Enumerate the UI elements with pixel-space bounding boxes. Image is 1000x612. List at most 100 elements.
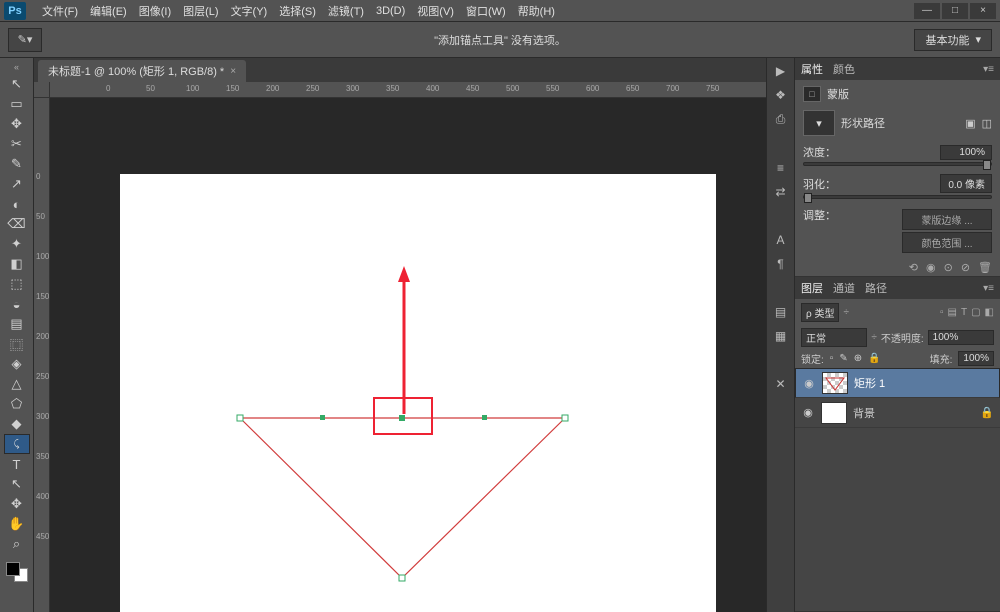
layer-row[interactable]: ◉ 矩形 1: [795, 368, 1000, 398]
tab-color[interactable]: 颜色: [833, 61, 855, 77]
menu-file[interactable]: 文件(F): [36, 3, 84, 19]
lock-icon[interactable]: ✎: [839, 353, 847, 364]
layer-name[interactable]: 背景: [853, 405, 875, 421]
tool-3[interactable]: ✂: [4, 134, 30, 154]
blend-mode-select[interactable]: 正常: [801, 328, 867, 347]
tool-22[interactable]: ✋: [4, 514, 30, 534]
toolbox-toggle[interactable]: «: [11, 62, 23, 72]
tool-5[interactable]: ↗: [4, 174, 30, 194]
menu-filter[interactable]: 滤镜(T): [322, 3, 370, 19]
lock-icon[interactable]: 🔒: [868, 353, 880, 364]
lock-icon[interactable]: ⊕: [854, 353, 862, 364]
dock-icon[interactable]: ✕: [775, 377, 785, 391]
canvas[interactable]: [120, 174, 716, 612]
footer-icon[interactable]: 🗑: [978, 261, 992, 274]
menu-3d[interactable]: 3D(D): [370, 5, 411, 17]
document-tab[interactable]: 未标题-1 @ 100% (矩形 1, RGB/8) * ×: [38, 60, 246, 82]
menu-view[interactable]: 视图(V): [411, 3, 460, 19]
tool-15[interactable]: △: [4, 374, 30, 394]
tool-0[interactable]: ↖: [4, 74, 30, 94]
tool-12[interactable]: ▤: [4, 314, 30, 334]
visibility-icon[interactable]: ◉: [801, 406, 815, 419]
menu-image[interactable]: 图像(I): [133, 3, 177, 19]
feather-slider[interactable]: [803, 195, 992, 199]
tool-14[interactable]: ◈: [4, 354, 30, 374]
dock-icon[interactable]: ▤: [775, 305, 786, 319]
vector-mask-icon[interactable]: ◫: [982, 117, 992, 130]
menu-edit[interactable]: 编辑(E): [84, 3, 133, 19]
tool-11[interactable]: ◒: [4, 294, 30, 314]
canvas-viewport[interactable]: [50, 98, 766, 612]
opacity-value[interactable]: 100%: [928, 330, 994, 345]
workspace-switcher[interactable]: 基本功能▾: [914, 29, 992, 51]
density-slider[interactable]: [803, 162, 992, 166]
dock-icon[interactable]: ⇄: [775, 185, 785, 199]
foreground-swatch[interactable]: [6, 562, 20, 576]
filter-icon[interactable]: ▢: [971, 307, 980, 318]
menu-type[interactable]: 文字(Y): [225, 3, 274, 19]
menu-help[interactable]: 帮助(H): [512, 3, 561, 19]
panel-menu-icon[interactable]: ▾≡: [983, 64, 994, 75]
dock-icon[interactable]: ⎙: [776, 112, 786, 127]
tool-17[interactable]: ◆: [4, 414, 30, 434]
footer-icon[interactable]: ⊘: [961, 261, 970, 274]
dock-icon[interactable]: ¶: [777, 257, 783, 271]
pixel-mask-icon[interactable]: ▣: [965, 117, 975, 130]
dock-icon[interactable]: ▶: [776, 64, 785, 78]
tool-9[interactable]: ◧: [4, 254, 30, 274]
tool-18-add-anchor[interactable]: ⤹: [4, 434, 30, 454]
dock-icon[interactable]: ≡: [777, 161, 784, 175]
tab-layers[interactable]: 图层: [801, 280, 823, 296]
menu-layer[interactable]: 图层(L): [177, 3, 224, 19]
layer-row[interactable]: ◉ 背景 🔒: [795, 398, 1000, 428]
tab-paths[interactable]: 路径: [865, 280, 887, 296]
feather-value[interactable]: 0.0 像素: [940, 174, 992, 193]
layer-name[interactable]: 矩形 1: [854, 375, 885, 391]
tool-16[interactable]: ⬠: [4, 394, 30, 414]
maximize-button[interactable]: □: [942, 3, 968, 19]
tool-19[interactable]: T: [4, 454, 30, 474]
minimize-button[interactable]: —: [914, 3, 940, 19]
visibility-icon[interactable]: ◉: [802, 377, 816, 390]
menu-select[interactable]: 选择(S): [273, 3, 322, 19]
tool-10[interactable]: ⬚: [4, 274, 30, 294]
layer-thumb[interactable]: [822, 372, 848, 394]
lock-icon[interactable]: ▫: [830, 353, 834, 364]
color-range-button[interactable]: 颜色范围 ...: [902, 232, 992, 253]
tool-20[interactable]: ↖: [4, 474, 30, 494]
ruler-vertical[interactable]: 0 50 100 150 200 250 300 350 400 450: [34, 98, 50, 612]
fill-value[interactable]: 100%: [958, 351, 994, 366]
menu-window[interactable]: 窗口(W): [460, 3, 512, 19]
tool-23[interactable]: ⌕: [4, 534, 30, 554]
close-button[interactable]: ×: [970, 3, 996, 19]
tool-13[interactable]: ⿴: [4, 334, 30, 354]
mask-edge-button[interactable]: 蒙版边缘 ...: [902, 209, 992, 230]
tab-properties[interactable]: 属性: [801, 61, 823, 77]
layer-thumb[interactable]: [821, 402, 847, 424]
dock-icon[interactable]: A: [776, 233, 784, 247]
path-thumb[interactable]: ▾: [803, 110, 835, 136]
dock-icon[interactable]: ▦: [775, 329, 786, 343]
close-tab-icon[interactable]: ×: [230, 66, 236, 77]
footer-icon[interactable]: ⟲: [909, 261, 918, 274]
tool-2[interactable]: ✥: [4, 114, 30, 134]
panel-menu-icon[interactable]: ▾≡: [983, 283, 994, 294]
footer-icon[interactable]: ◉: [926, 261, 936, 274]
density-value[interactable]: 100%: [940, 145, 992, 160]
tab-channels[interactable]: 通道: [833, 280, 855, 296]
color-swatches[interactable]: [4, 560, 30, 584]
tool-8[interactable]: ✦: [4, 234, 30, 254]
tool-preset-picker[interactable]: ✎▾: [8, 28, 42, 52]
tool-6[interactable]: ◐: [4, 194, 30, 214]
layer-list[interactable]: ◉ 矩形 1 ◉ 背景 🔒: [795, 368, 1000, 611]
tool-21[interactable]: ✥: [4, 494, 30, 514]
tool-7[interactable]: ⌫: [4, 214, 30, 234]
filter-icon[interactable]: ▤: [948, 307, 957, 318]
filter-icon[interactable]: ▫: [940, 307, 944, 318]
ruler-horizontal[interactable]: 0 50 100 150 200 250 300 350 400 450 500…: [50, 82, 766, 98]
layer-filter-type[interactable]: ρ 类型: [801, 303, 839, 322]
tool-4[interactable]: ✎: [4, 154, 30, 174]
dock-icon[interactable]: ❖: [775, 88, 786, 102]
filter-icon[interactable]: ◧: [985, 307, 994, 318]
tool-1[interactable]: ▭: [4, 94, 30, 114]
